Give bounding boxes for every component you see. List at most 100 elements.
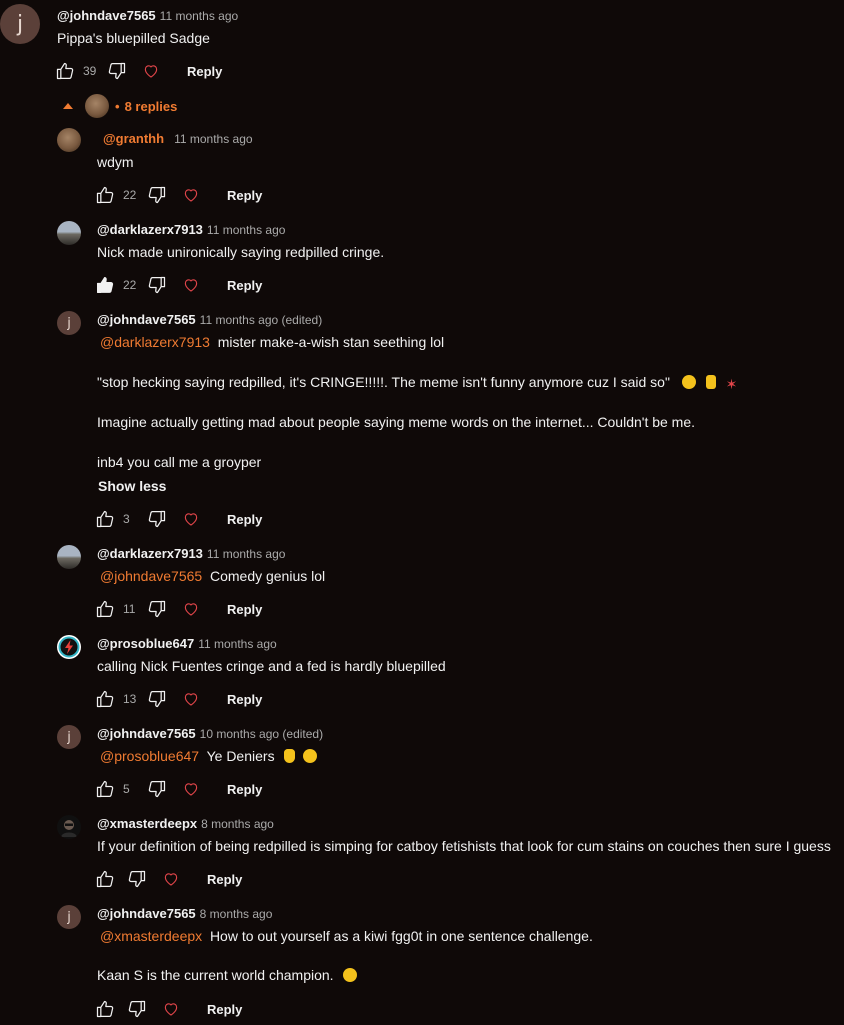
reply-button[interactable]: Reply (227, 692, 262, 707)
comment-header: @johndave7565 8 months ago (97, 906, 272, 921)
avatar[interactable]: j (0, 4, 40, 44)
dislike-icon[interactable] (105, 59, 129, 83)
comment-text: @johndave7565 Comedy genius lol (100, 568, 325, 584)
nerd-emoji-icon (681, 375, 696, 389)
mention-link[interactable]: @darklazerx7913 (100, 334, 210, 350)
comment-text: Nick made unironically saying redpilled … (97, 244, 385, 260)
dislike-icon[interactable] (145, 183, 169, 207)
like-icon[interactable] (93, 507, 117, 531)
comment-time[interactable]: 11 months ago (207, 547, 286, 561)
mention-link[interactable]: @prosoblue647 (100, 748, 199, 764)
like-icon[interactable] (93, 777, 117, 801)
dislike-icon[interactable] (145, 687, 169, 711)
like-icon[interactable] (93, 997, 117, 1021)
avatar[interactable] (57, 545, 81, 569)
like-icon[interactable] (93, 597, 117, 621)
comment-header: @johndave7565 11 months ago (edited) (97, 312, 322, 327)
author-name[interactable]: @johndave7565 (97, 906, 196, 921)
dislike-icon[interactable] (145, 273, 169, 297)
avatar[interactable]: j (57, 311, 81, 335)
show-less-button[interactable]: Show less (98, 478, 166, 494)
like-icon[interactable] (53, 59, 77, 83)
author-name[interactable]: @johndave7565 (97, 726, 196, 741)
like-icon[interactable] (93, 867, 117, 891)
comment-line-2: "stop hecking saying redpilled, it's CRI… (97, 374, 742, 391)
comment-time[interactable]: 11 months ago (174, 132, 253, 146)
avatar[interactable]: j (57, 905, 81, 929)
dislike-icon[interactable] (145, 597, 169, 621)
comment-actions: 22 Reply (93, 273, 262, 297)
comment-time[interactable]: 8 months ago (201, 817, 274, 831)
reply-button[interactable]: Reply (227, 278, 262, 293)
heart-icon[interactable] (179, 507, 203, 531)
comment-time[interactable]: 11 months ago (edited) (200, 313, 323, 327)
avatar[interactable] (57, 635, 81, 659)
reply-button[interactable]: Reply (227, 602, 262, 617)
comment-time[interactable]: 11 months ago (198, 637, 277, 651)
author-name[interactable]: @darklazerx7913 (97, 222, 203, 237)
author-name[interactable]: @prosoblue647 (97, 636, 194, 651)
author-name[interactable]: @johndave7565 (97, 312, 196, 327)
like-icon[interactable] (93, 687, 117, 711)
comment-text: Pippa's bluepilled Sadge (57, 30, 210, 46)
mention-link[interactable]: @johndave7565 (100, 568, 202, 584)
comment-line-3: Imagine actually getting mad about peopl… (97, 414, 696, 430)
avatar[interactable] (57, 221, 81, 245)
avatar-letter: j (16, 11, 24, 37)
avatar[interactable] (57, 128, 81, 152)
comment-text: @darklazerx7913 mister make-a-wish stan … (100, 334, 444, 350)
lightning-icon (58, 636, 80, 658)
pointing-up-emoji-icon (705, 375, 716, 389)
heart-icon[interactable] (179, 597, 203, 621)
like-count: 5 (123, 782, 130, 796)
comment-time[interactable]: 8 months ago (200, 907, 273, 921)
dislike-icon[interactable] (125, 997, 149, 1021)
comment-header: @granthh 11 months ago (103, 131, 253, 146)
author-name[interactable]: @xmasterdeepx (97, 816, 197, 831)
comment-actions: 5 Reply (93, 777, 262, 801)
separator-dot: • (115, 98, 120, 114)
replies-count: 8 replies (124, 98, 178, 114)
comment-line-4: inb4 you call me a groyper (97, 454, 262, 470)
heart-icon[interactable] (179, 273, 203, 297)
reply-button[interactable]: Reply (227, 512, 262, 527)
comment-actions: Reply (93, 997, 242, 1021)
comment-time[interactable]: 10 months ago (edited) (200, 727, 323, 741)
heart-icon[interactable] (139, 59, 163, 83)
author-name[interactable]: @darklazerx7913 (97, 546, 203, 561)
replier-avatar (85, 94, 109, 118)
comment-actions: 22 Reply (93, 183, 262, 207)
comment-header: @darklazerx7913 11 months ago (97, 222, 285, 237)
heart-icon[interactable] (179, 183, 203, 207)
author-name[interactable]: @granthh (103, 131, 164, 146)
reply-button[interactable]: Reply (207, 1002, 242, 1017)
reply-button[interactable]: Reply (227, 188, 262, 203)
comment-line-text: "stop hecking saying redpilled, it's CRI… (97, 374, 670, 390)
avatar[interactable] (57, 815, 81, 839)
heart-icon[interactable] (159, 867, 183, 891)
mention-link[interactable]: @xmasterdeepx (100, 928, 202, 944)
comment-header: @johndave7565 11 months ago (57, 8, 238, 23)
heart-icon[interactable] (159, 997, 183, 1021)
like-count: 3 (123, 512, 130, 526)
reply-button[interactable]: Reply (227, 782, 262, 797)
comment-text: @xmasterdeepx How to out yourself as a k… (100, 928, 593, 944)
like-count: 22 (123, 188, 137, 202)
comment-time[interactable]: 11 months ago (160, 9, 239, 23)
dislike-icon[interactable] (145, 777, 169, 801)
reply-button[interactable]: Reply (207, 872, 242, 887)
avatar[interactable]: j (57, 725, 81, 749)
dislike-icon[interactable] (125, 867, 149, 891)
comment-header: @prosoblue647 11 months ago (97, 636, 277, 651)
heart-icon[interactable] (179, 777, 203, 801)
replies-toggle[interactable]: • 8 replies (63, 94, 177, 118)
like-count: 22 (123, 278, 137, 292)
heart-icon[interactable] (179, 687, 203, 711)
dislike-icon[interactable] (145, 507, 169, 531)
like-icon[interactable] (93, 183, 117, 207)
reply-button[interactable]: Reply (187, 64, 222, 79)
comment-time[interactable]: 11 months ago (207, 223, 286, 237)
comment-text: @prosoblue647 Ye Deniers (100, 748, 318, 764)
like-icon-filled[interactable] (93, 273, 117, 297)
author-name[interactable]: @johndave7565 (57, 8, 156, 23)
